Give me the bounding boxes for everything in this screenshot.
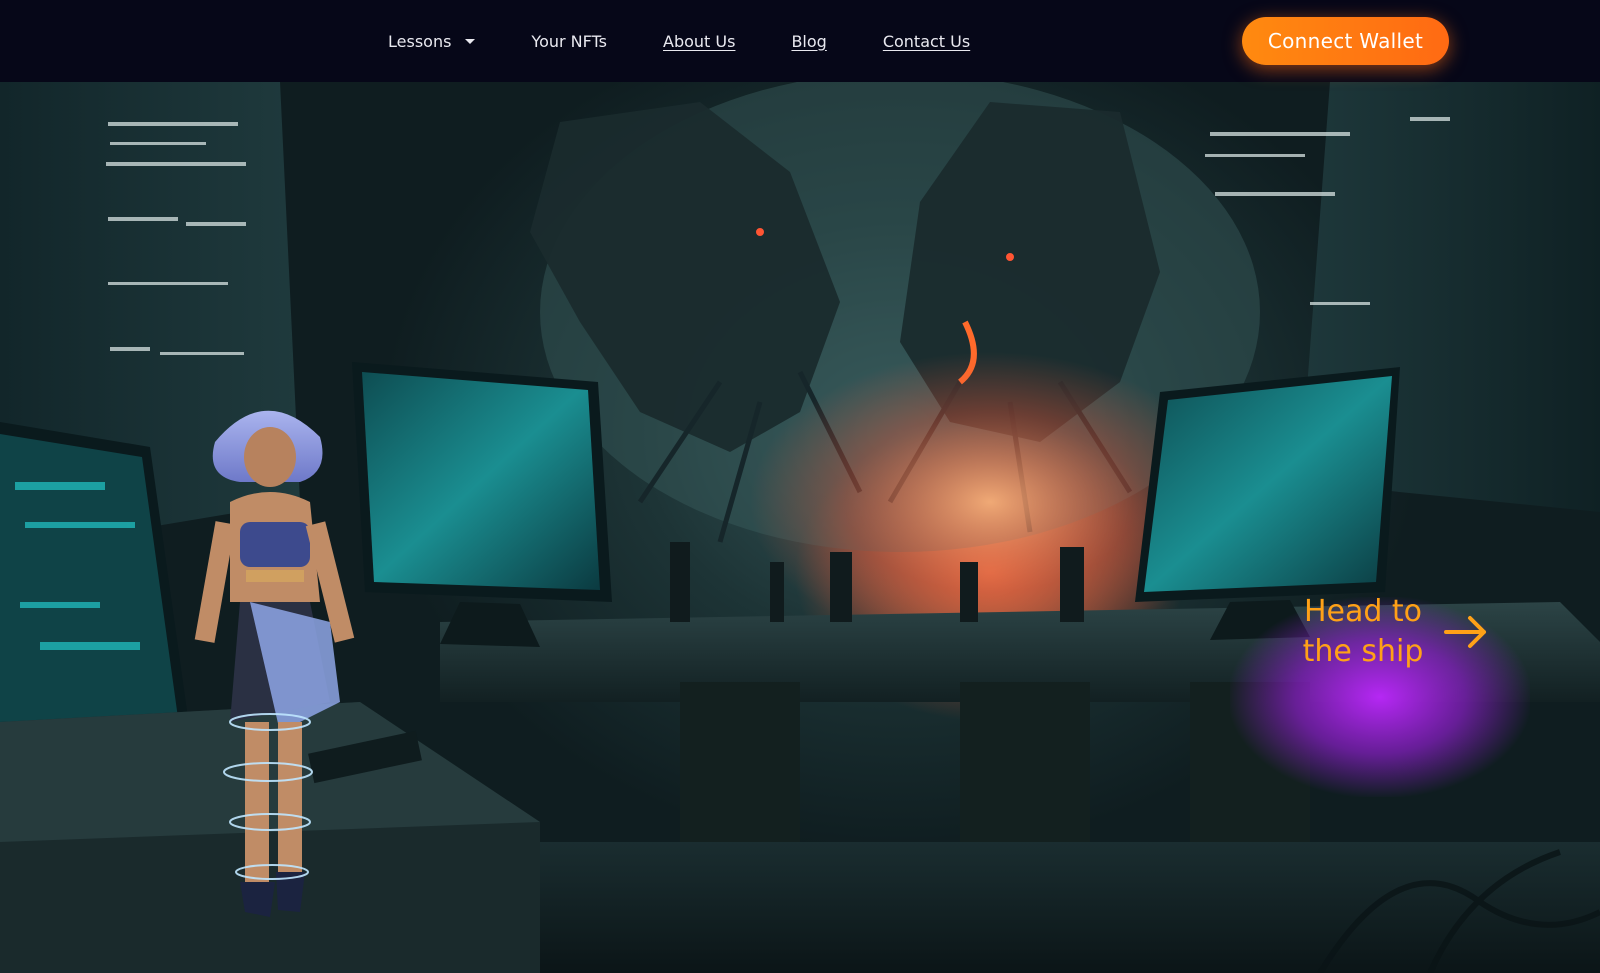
cta-line-2: the ship <box>1302 634 1424 669</box>
nav-lessons-dropdown[interactable]: Lessons <box>388 32 476 51</box>
head-to-ship-link[interactable]: Head to the ship <box>1288 592 1488 672</box>
nav-links: Lessons Your NFTs About Us Blog Contact … <box>388 0 1026 82</box>
hero-illustration <box>0 82 1600 973</box>
nav-link-your-nfts[interactable]: Your NFTs <box>531 32 607 51</box>
cta-line-1: Head to <box>1303 594 1423 629</box>
nav-link-blog[interactable]: Blog <box>791 32 826 51</box>
navbar: Lessons Your NFTs About Us Blog Contact … <box>0 0 1600 82</box>
hero-scene <box>0 82 1600 973</box>
nav-link-about-us[interactable]: About Us <box>663 32 735 51</box>
nav-link-contact-us[interactable]: Contact Us <box>883 32 970 51</box>
connect-wallet-button[interactable]: Connect Wallet <box>1242 17 1449 65</box>
cta-text[interactable]: Head to the ship <box>1288 592 1438 672</box>
caret-down-icon[interactable] <box>465 38 476 44</box>
page: Lessons Your NFTs About Us Blog Contact … <box>0 0 1600 973</box>
nav-link-lessons[interactable]: Lessons <box>388 32 451 51</box>
arrow-right-icon[interactable] <box>1444 615 1488 649</box>
